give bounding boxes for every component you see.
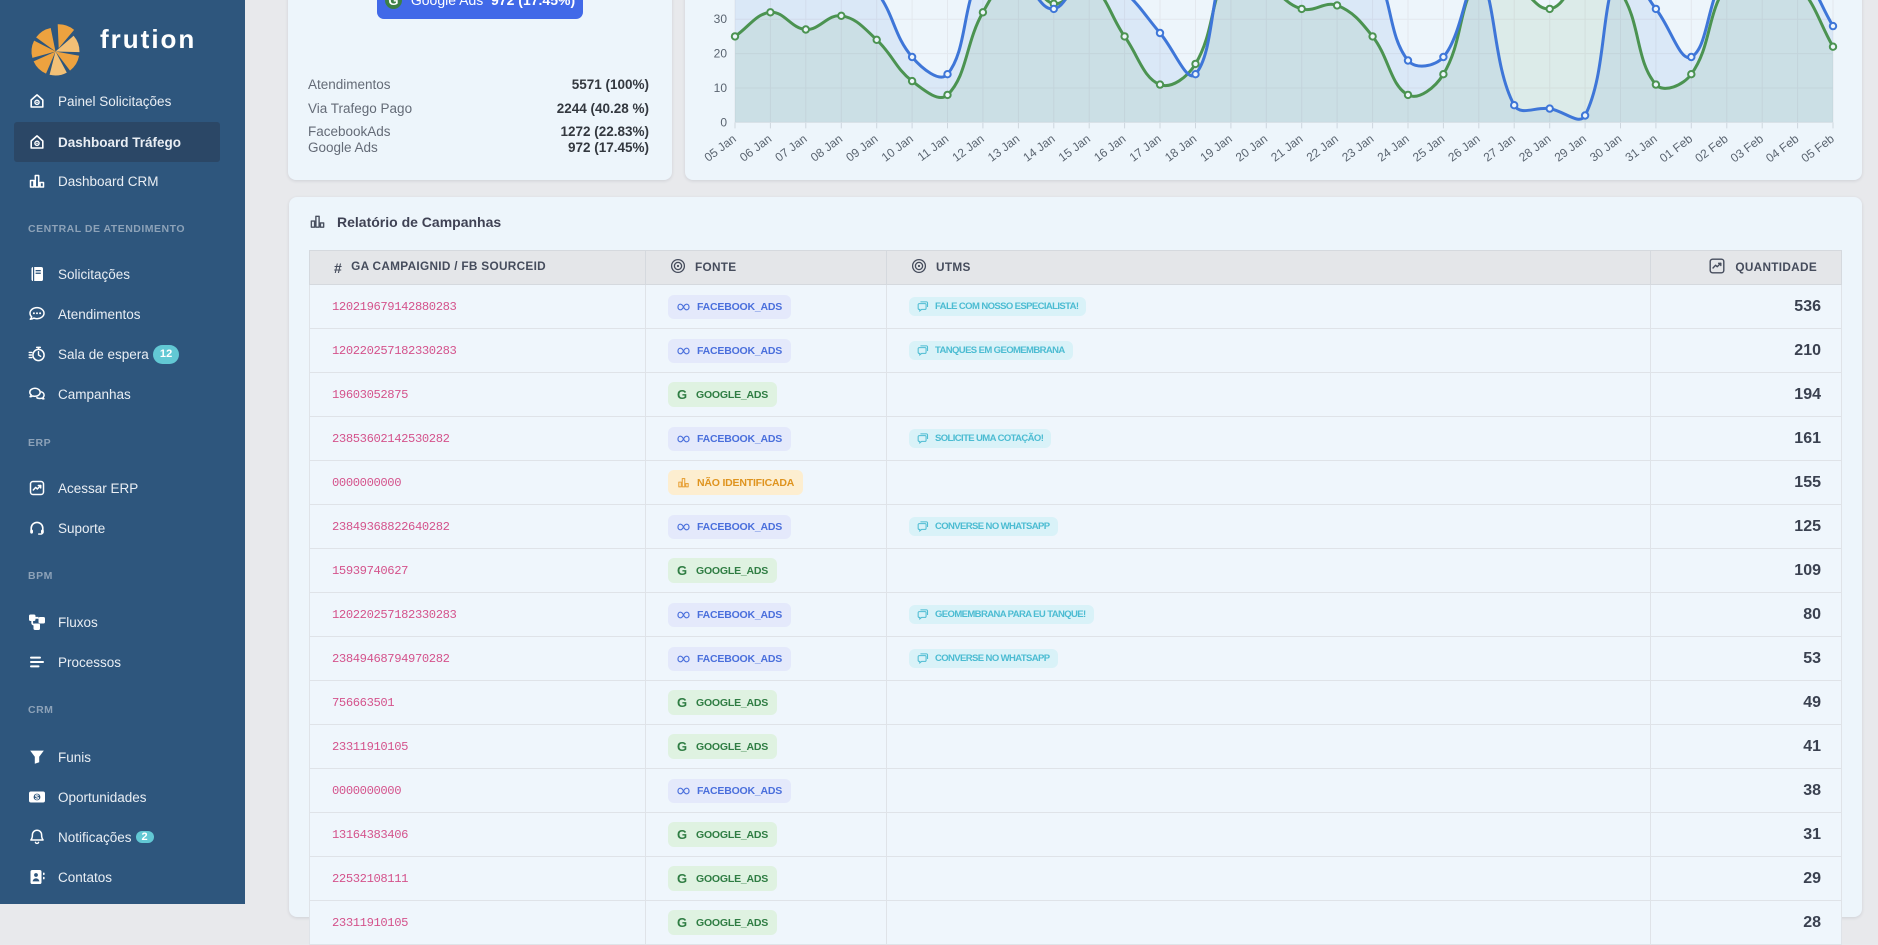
svg-text:24 Jan: 24 Jan <box>1375 132 1412 165</box>
svg-text:04 Feb: 04 Feb <box>1763 131 1802 165</box>
svg-text:10 Jan: 10 Jan <box>879 132 916 165</box>
svg-text:17 Jan: 17 Jan <box>1127 132 1164 165</box>
svg-text:05 Jan: 05 Jan <box>702 132 739 165</box>
svg-text:0: 0 <box>720 115 727 129</box>
svg-text:26 Jan: 26 Jan <box>1445 132 1482 165</box>
svg-text:16 Jan: 16 Jan <box>1091 132 1128 165</box>
svg-text:20: 20 <box>714 47 728 61</box>
svg-text:22 Jan: 22 Jan <box>1304 132 1341 165</box>
svg-text:28 Jan: 28 Jan <box>1516 132 1553 165</box>
svg-text:03 Feb: 03 Feb <box>1728 131 1767 165</box>
svg-text:18 Jan: 18 Jan <box>1162 132 1199 165</box>
svg-text:21 Jan: 21 Jan <box>1268 132 1305 165</box>
svg-text:14 Jan: 14 Jan <box>1020 132 1057 165</box>
svg-text:23 Jan: 23 Jan <box>1339 132 1376 165</box>
svg-text:05 Feb: 05 Feb <box>1799 131 1838 165</box>
svg-text:01 Feb: 01 Feb <box>1657 131 1696 165</box>
svg-text:12 Jan: 12 Jan <box>950 132 987 165</box>
svg-text:15 Jan: 15 Jan <box>1056 132 1093 165</box>
svg-text:30 Jan: 30 Jan <box>1587 132 1624 165</box>
svg-text:30: 30 <box>714 12 728 26</box>
svg-text:27 Jan: 27 Jan <box>1481 132 1518 165</box>
svg-text:29 Jan: 29 Jan <box>1552 132 1589 165</box>
svg-text:31 Jan: 31 Jan <box>1623 132 1660 165</box>
svg-text:07 Jan: 07 Jan <box>772 132 809 165</box>
svg-text:10: 10 <box>714 81 728 95</box>
svg-text:20 Jan: 20 Jan <box>1233 132 1270 165</box>
svg-text:19 Jan: 19 Jan <box>1198 132 1235 165</box>
svg-text:11 Jan: 11 Jan <box>915 132 951 164</box>
svg-text:13 Jan: 13 Jan <box>985 132 1022 165</box>
svg-text:02 Feb: 02 Feb <box>1692 131 1731 165</box>
svg-text:25 Jan: 25 Jan <box>1410 132 1447 165</box>
svg-text:09 Jan: 09 Jan <box>843 132 880 165</box>
svg-text:06 Jan: 06 Jan <box>737 132 774 165</box>
svg-text:08 Jan: 08 Jan <box>808 132 845 165</box>
